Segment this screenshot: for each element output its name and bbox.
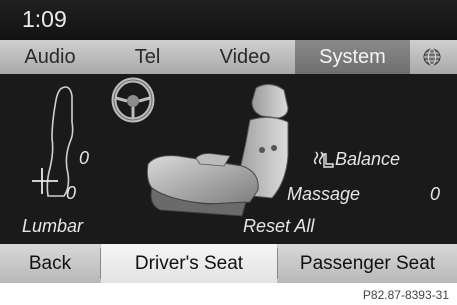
tab-tel[interactable]: Tel [100,40,195,74]
passenger-seat-button[interactable]: Passenger Seat [278,244,457,283]
balance-label[interactable]: Balance [335,149,400,170]
seat-heating-icon [313,151,334,168]
display-screen: 1:09 Audio Tel Video System 0 0 Balance … [0,0,457,283]
reset-all-button[interactable]: Reset All [243,216,314,237]
bottom-menu-bar: Back Driver's Seat Passenger Seat [0,244,457,283]
tab-video[interactable]: Video [195,40,295,74]
lumbar-upper-value: 0 [79,148,90,168]
massage-value: 0 [430,184,441,204]
lumbar-label[interactable]: Lumbar [22,216,83,237]
figure-code: P82.87-8393-31 [362,288,449,302]
status-bar: 1:09 [0,0,457,40]
globe-icon[interactable] [423,48,441,66]
back-button[interactable]: Back [0,244,100,283]
clock: 1:09 [22,6,67,32]
tab-system[interactable]: System [295,40,410,74]
lumbar-backrest-icon[interactable] [18,82,88,207]
seat-settings-panel: 0 0 Balance Massage 0 Lumbar Reset All [0,74,457,244]
main-menu-bar: Audio Tel Video System [0,40,457,74]
massage-label[interactable]: Massage [287,184,360,205]
seat-illustration[interactable] [138,82,303,222]
lumbar-lower-value: 0 [66,183,77,203]
drivers-seat-button[interactable]: Driver's Seat [101,244,277,283]
tab-audio[interactable]: Audio [0,40,100,74]
